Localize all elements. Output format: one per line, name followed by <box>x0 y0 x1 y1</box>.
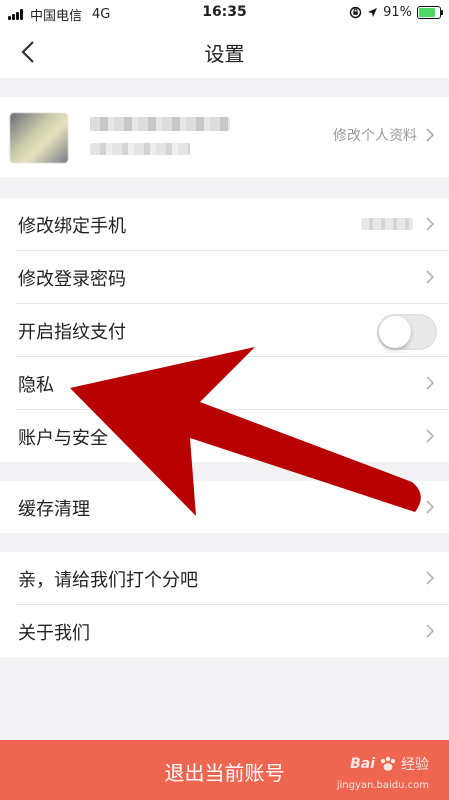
settings-group-cache: 缓存清理 <box>0 481 449 533</box>
page-title: 设置 <box>204 42 245 66</box>
row-rate-us[interactable]: 亲，请给我们打个分吧 <box>16 552 449 605</box>
chevron-right-icon <box>426 571 435 585</box>
row-change-password[interactable]: 修改登录密码 <box>16 251 449 304</box>
blurred-phone <box>361 218 413 230</box>
chevron-right-icon <box>426 429 435 443</box>
settings-group-account: 修改绑定手机 修改登录密码 开启指纹支付 隐私 账户与安全 <box>0 198 449 462</box>
row-privacy[interactable]: 隐私 <box>16 357 449 410</box>
chevron-right-icon <box>426 217 435 231</box>
battery-percent: 91% <box>383 5 412 20</box>
battery-icon <box>417 6 443 19</box>
location-icon <box>368 8 378 17</box>
baidu-watermark: Bai 经验 <box>350 754 429 774</box>
row-label: 修改绑定手机 <box>18 216 126 237</box>
row-label: 账户与安全 <box>18 428 108 449</box>
logout-button[interactable]: 退出当前账号 Bai 经验 jingyan.baidu.com <box>0 740 449 800</box>
row-label: 开启指纹支付 <box>18 322 126 343</box>
chevron-right-icon <box>426 376 435 390</box>
settings-group-about: 亲，请给我们打个分吧 关于我们 <box>0 552 449 657</box>
row-account-security[interactable]: 账户与安全 <box>16 410 449 462</box>
row-fingerprint-pay: 开启指纹支付 <box>16 304 449 357</box>
avatar <box>10 113 68 163</box>
rotation-lock-icon <box>349 6 362 19</box>
chevron-right-icon <box>426 624 435 638</box>
profile-row[interactable]: 修改个人资料 <box>0 97 449 177</box>
edit-profile-link[interactable]: 修改个人资料 <box>333 125 435 145</box>
row-label: 关于我们 <box>18 623 90 644</box>
row-about-us[interactable]: 关于我们 <box>16 605 449 657</box>
chevron-right-icon <box>426 500 435 514</box>
status-right: 91% <box>349 5 443 20</box>
row-label: 亲，请给我们打个分吧 <box>18 570 198 591</box>
row-label: 隐私 <box>18 375 54 396</box>
edit-profile-label: 修改个人资料 <box>333 128 417 144</box>
watermark-url: jingyan.baidu.com <box>336 780 429 791</box>
chevron-right-icon <box>426 128 435 142</box>
row-label: 修改登录密码 <box>18 269 126 290</box>
blurred-account-id <box>90 143 190 155</box>
row-clear-cache[interactable]: 缓存清理 <box>16 481 449 533</box>
nav-bar: 设置 <box>0 26 449 78</box>
row-label: 缓存清理 <box>18 499 90 520</box>
watermark-brand-2: 经验 <box>401 757 429 773</box>
toggle-knob <box>379 316 411 348</box>
blurred-username <box>90 117 230 131</box>
watermark-brand: Bai <box>350 756 375 772</box>
chevron-right-icon <box>426 270 435 284</box>
status-bar: 中国电信 4G 16:35 91% <box>0 0 449 26</box>
paw-icon <box>380 756 396 771</box>
row-bind-phone[interactable]: 修改绑定手机 <box>16 198 449 251</box>
fingerprint-toggle[interactable] <box>377 314 437 350</box>
